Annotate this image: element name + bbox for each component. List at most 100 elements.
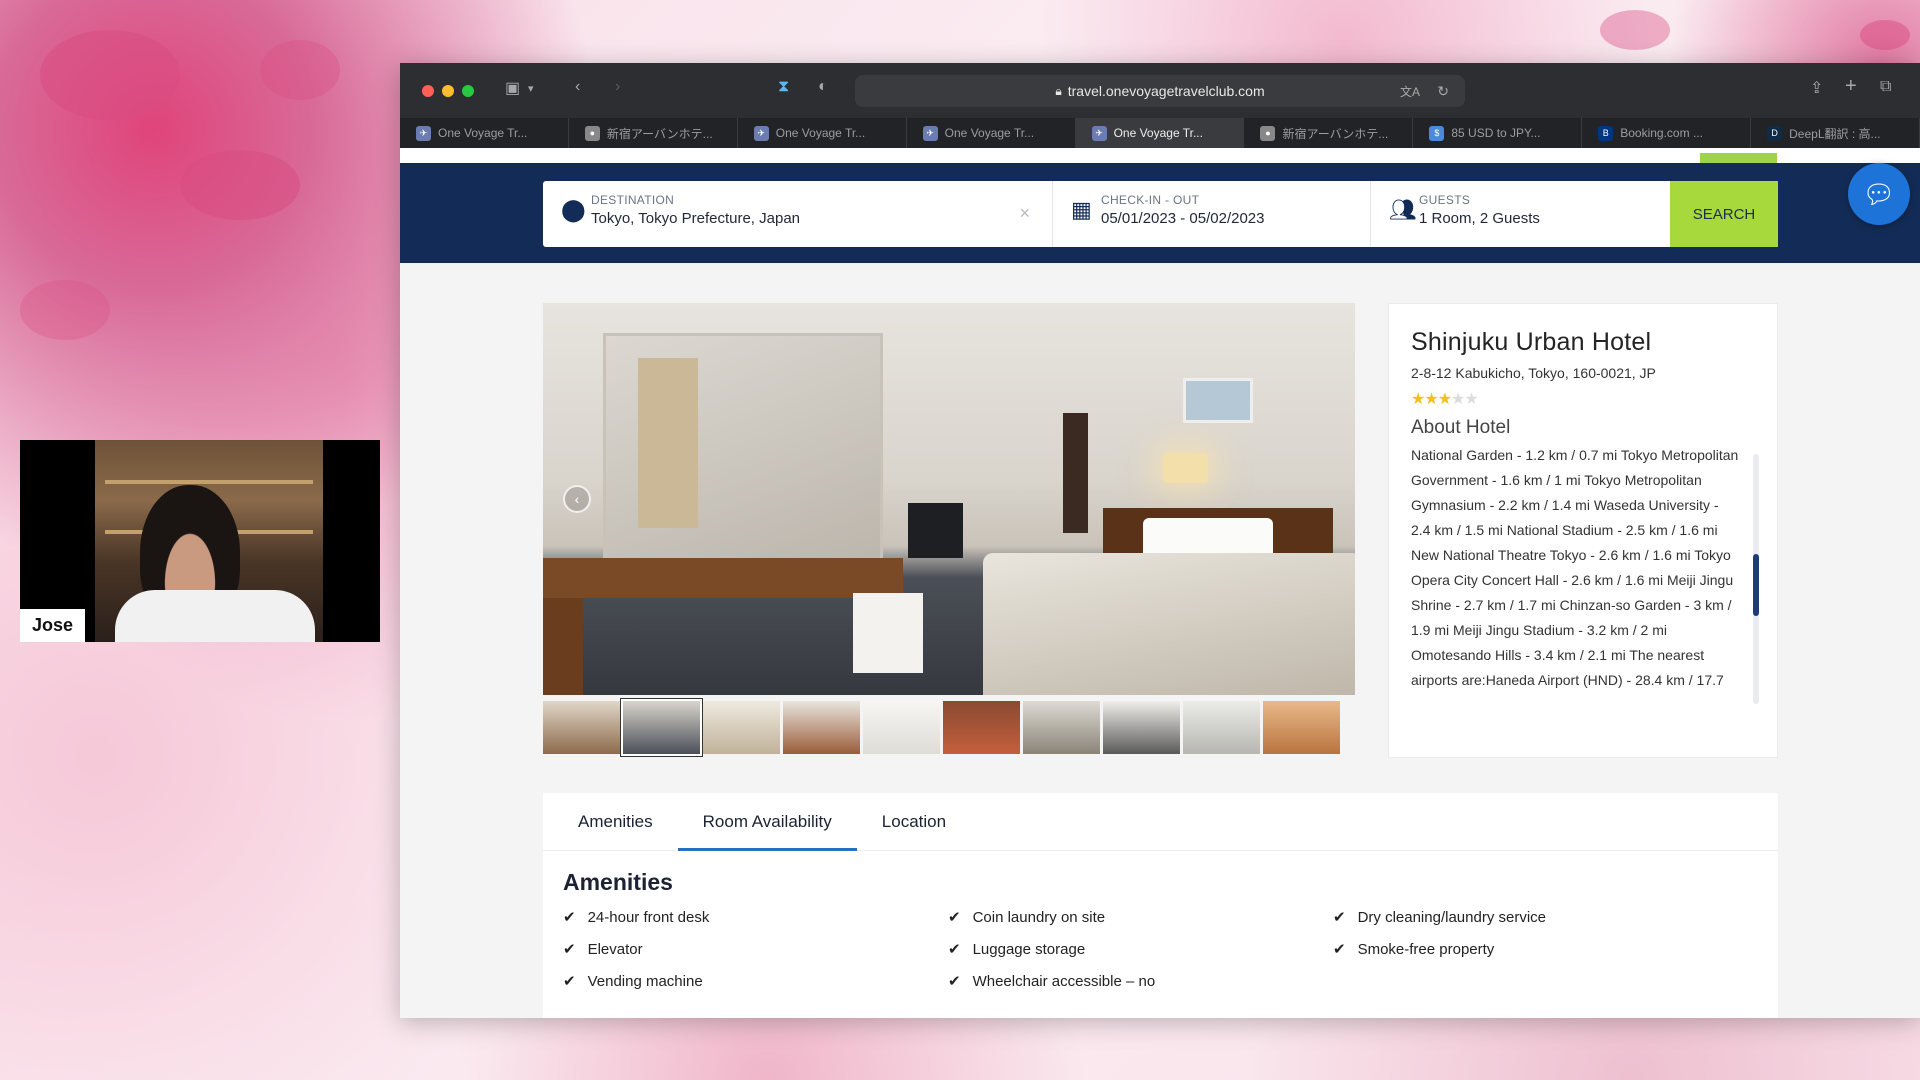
photo-thumbnail[interactable] — [1263, 701, 1340, 754]
browser-window: ▣ ▾ ‹ › ⧗ ◐ 🔒︎ travel.onevoyagetravelclu… — [400, 63, 1920, 1018]
webcam-video: Jose — [20, 440, 380, 642]
dates-field[interactable]: ▦ CHECK-IN - OUT 05/01/2023 - 05/02/2023 — [1053, 181, 1371, 247]
amenity-item: ✔ 24-hour front desk — [563, 908, 948, 927]
photo-thumbnail[interactable] — [863, 701, 940, 754]
zoom-window-button[interactable] — [462, 85, 474, 97]
tab-label: One Voyage Tr... — [944, 126, 1035, 140]
guests-field[interactable]: 👥︎ GUESTS 1 Room, 2 Guests — [1371, 181, 1670, 247]
site-header-strip — [400, 148, 1920, 163]
previous-photo-button[interactable]: ‹ — [563, 485, 591, 513]
reload-icon[interactable]: ↻ — [1437, 83, 1449, 100]
tab-label: One Voyage Tr... — [775, 126, 866, 140]
destination-field[interactable]: ⬤ DESTINATION Tokyo, Tokyo Prefecture, J… — [543, 181, 1053, 247]
amenities-heading: Amenities — [563, 869, 673, 895]
photo-detail — [638, 358, 698, 528]
scrollbar-thumb[interactable] — [1753, 554, 1759, 616]
amenity-label: 24-hour front desk — [587, 908, 710, 926]
photo-thumbnail[interactable] — [1023, 701, 1100, 754]
amenity-item: ✔ Dry cleaning/laundry service — [1333, 908, 1718, 927]
photo-detail — [853, 593, 923, 673]
browser-tab[interactable]: ● 新宿アーバンホテ... — [1244, 118, 1414, 148]
browser-tab[interactable]: ✈ One Voyage Tr... — [400, 118, 569, 148]
photo-detail — [1163, 453, 1208, 483]
chat-button[interactable]: 💬︎ — [1848, 163, 1910, 225]
photo-thumbnail[interactable] — [1103, 701, 1180, 754]
tab-label: Booking.com ... — [1620, 126, 1703, 140]
tab-room-availability[interactable]: Room Availability — [677, 793, 857, 851]
amenities-list: ✔ 24-hour front desk ✔ Coin laundry on sit… — [563, 908, 1778, 991]
url-text: travel.onevoyagetravelclub.com — [1067, 83, 1265, 99]
photo-gallery: ‹ — [543, 303, 1355, 756]
check-icon: ✔ — [1333, 909, 1346, 926]
photo-detail — [543, 558, 903, 598]
browser-tab[interactable]: B Booking.com ... — [1582, 118, 1752, 148]
extension-icon[interactable]: ⧗ — [778, 78, 789, 96]
destination-label: DESTINATION — [591, 193, 675, 207]
guests-label: GUESTS — [1419, 193, 1471, 207]
translate-icon[interactable]: 文A — [1400, 83, 1420, 100]
browser-tab[interactable]: ✈ One Voyage Tr... — [738, 118, 907, 148]
star-rating: ★★★★★ — [1411, 389, 1757, 409]
photo-thumbnail-selected[interactable] — [621, 699, 702, 756]
shield-icon[interactable]: ◐ — [818, 78, 828, 96]
photo-detail — [1063, 413, 1088, 533]
photo-detail — [908, 503, 963, 558]
close-window-button[interactable] — [422, 85, 434, 97]
address-bar[interactable]: 🔒︎ travel.onevoyagetravelclub.com 文A ↻ — [855, 75, 1465, 107]
tab-favicon-icon: ● — [1260, 125, 1276, 141]
star-icon: ★ — [1437, 391, 1452, 408]
chat-icon: 💬︎ — [1862, 178, 1896, 209]
tab-favicon-icon: B — [1598, 125, 1614, 141]
tab-favicon-icon: ✈ — [1091, 125, 1107, 141]
tab-favicon-icon: ● — [584, 125, 600, 141]
window-controls — [422, 85, 474, 97]
hotel-address: 2-8-12 Kabukicho, Tokyo, 160-0021, JP — [1411, 365, 1656, 381]
check-icon: ✔ — [948, 909, 961, 926]
photo-thumbnail[interactable] — [543, 701, 620, 754]
tab-label: 85 USD to JPY... — [1451, 126, 1541, 140]
amenity-item: ✔ Luggage storage — [948, 940, 1333, 959]
clear-icon[interactable]: × — [1019, 203, 1030, 224]
tab-favicon-icon: ✈ — [416, 125, 431, 141]
photo-detail — [1183, 378, 1253, 423]
browser-toolbar: ▣ ▾ ‹ › ⧗ ◐ 🔒︎ travel.onevoyagetravelclu… — [400, 63, 1920, 118]
photo-thumbnail[interactable] — [783, 701, 860, 754]
about-scrollbar[interactable] — [1753, 454, 1759, 704]
browser-tab-active[interactable]: ✈ One Voyage Tr... — [1075, 118, 1245, 148]
bookshelf — [105, 480, 313, 484]
destination-value: Tokyo, Tokyo Prefecture, Japan — [591, 210, 801, 227]
amenity-item: ✔ Vending machine — [563, 972, 948, 991]
tab-amenities[interactable]: Amenities — [553, 793, 678, 850]
map-pin-icon: ⬤ — [561, 197, 586, 222]
browser-tab[interactable]: ✈ One Voyage Tr... — [907, 118, 1076, 148]
share-icon[interactable]: ⇪ — [1810, 78, 1823, 98]
amenity-label: Luggage storage — [972, 940, 1086, 958]
amenity-item: ✔ Coin laundry on site — [948, 908, 1333, 927]
tab-label: 新宿アーバンホテ... — [1282, 126, 1389, 141]
browser-tab[interactable]: ● 新宿アーバンホテ... — [569, 118, 738, 148]
photo-detail — [543, 598, 583, 695]
background-blossom — [260, 40, 340, 100]
browser-tab[interactable]: D DeepL翻訳 : 高... — [1751, 118, 1920, 148]
photo-thumbnail[interactable] — [1183, 701, 1260, 754]
check-icon: ✔ — [948, 941, 961, 958]
hotel-info-card: Shinjuku Urban Hotel 2-8-12 Kabukicho, T… — [1388, 303, 1778, 758]
browser-tab[interactable]: $85 USD to JPY... — [1413, 118, 1583, 148]
dates-value: 05/01/2023 - 05/02/2023 — [1101, 210, 1265, 227]
photo-thumbnail[interactable] — [943, 701, 1020, 754]
chevron-down-icon[interactable]: ▾ — [528, 82, 534, 95]
check-icon: ✔ — [563, 909, 576, 926]
tab-overview-icon[interactable]: ⧉ — [1880, 78, 1891, 96]
photo-thumbnail[interactable] — [703, 701, 780, 754]
tab-bar: ✈ One Voyage Tr... ● 新宿アーバンホテ... ✈ One Voya… — [400, 118, 1920, 148]
new-tab-icon[interactable]: + — [1845, 75, 1857, 98]
check-icon: ✔ — [563, 973, 576, 990]
thumbnail-strip — [543, 699, 1355, 756]
sidebar-icon[interactable]: ▣ — [505, 78, 520, 98]
back-icon[interactable]: ‹ — [575, 78, 580, 96]
minimize-window-button[interactable] — [442, 85, 454, 97]
forward-icon[interactable]: › — [615, 78, 620, 96]
tab-location[interactable]: Location — [857, 793, 971, 850]
amenity-item: ✔ Elevator — [563, 940, 948, 959]
search-button[interactable]: SEARCH — [1670, 181, 1778, 247]
